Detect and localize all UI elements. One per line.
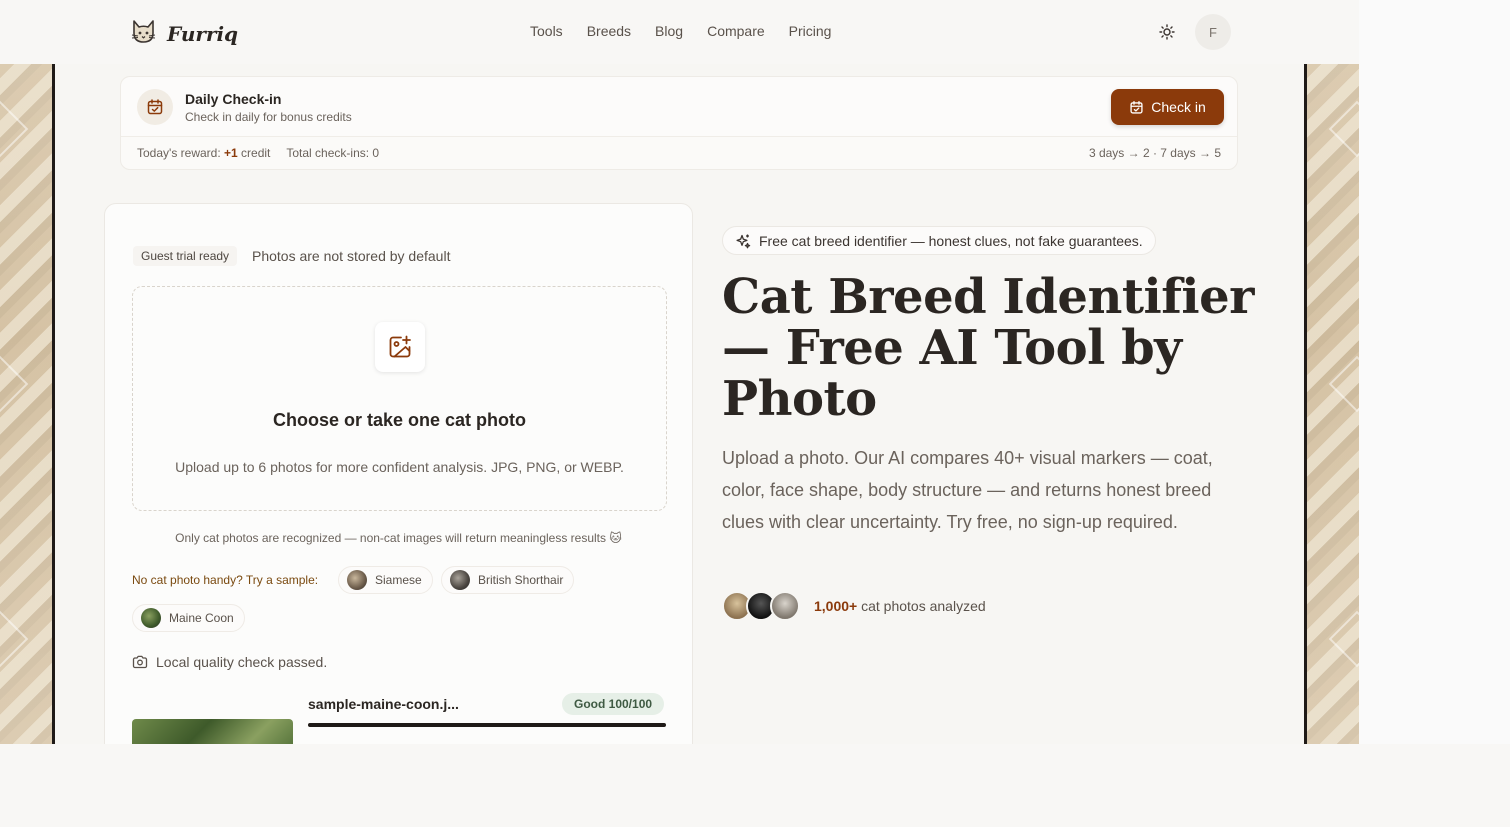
right-decorative-pattern <box>1304 64 1359 744</box>
theme-toggle-button[interactable] <box>1155 21 1179 43</box>
right-blank-area <box>1359 0 1510 744</box>
nav-link-compare[interactable]: Compare <box>707 23 765 39</box>
left-decorative-pattern <box>0 64 55 744</box>
brand-logo[interactable]: Furriq <box>130 17 238 50</box>
sample-label: No cat photo handy? Try a sample: <box>132 573 319 587</box>
daily-checkin-card: Daily Check-in Check in daily for bonus … <box>120 76 1238 170</box>
sample-chip-label: Siamese <box>375 573 422 587</box>
nav-link-breeds[interactable]: Breeds <box>587 23 631 39</box>
brand-name: Furriq <box>167 21 239 46</box>
analyzed-label: cat photos analyzed <box>857 598 986 614</box>
cat-only-warning: Only cat photos are recognized — non-cat… <box>175 531 622 545</box>
upload-card: Guest trial ready Photos are not stored … <box>104 203 693 744</box>
sample-chip-british-shorthair[interactable]: British Shorthair <box>441 566 575 594</box>
hero-title: Cat Breed Identifier — Free AI Tool by P… <box>722 269 1254 427</box>
guest-trial-badge: Guest trial ready <box>133 246 238 266</box>
nav-link-tools[interactable]: Tools <box>530 23 563 39</box>
checkin-title: Daily Check-in <box>185 91 282 107</box>
nav-link-pricing[interactable]: Pricing <box>789 23 832 39</box>
pattern-shape <box>0 355 29 413</box>
reward-suffix: credit <box>237 146 271 160</box>
social-proof: 1,000+ cat photos analyzed <box>722 591 986 621</box>
quality-score-badge: Good 100/100 <box>562 693 665 715</box>
checkin-stats: Today's reward: +1 credit Total check-in… <box>137 146 1221 160</box>
checkin-header: Daily Check-in Check in daily for bonus … <box>121 77 1237 137</box>
sparkles-icon <box>736 234 751 248</box>
camera-icon <box>132 655 148 669</box>
pattern-shape <box>1328 610 1359 668</box>
cat-avatar <box>770 591 800 621</box>
check-in-button[interactable]: Check in <box>1111 89 1224 125</box>
check-in-button-label: Check in <box>1151 99 1206 115</box>
reward-prefix: Today's reward: <box>137 146 224 160</box>
sample-chip-label: Maine Coon <box>169 611 234 625</box>
dropzone-title: Choose or take one cat photo <box>272 410 527 430</box>
image-plus-icon <box>375 322 425 372</box>
sample-chip-siamese[interactable]: Siamese <box>338 566 433 594</box>
pattern-shape <box>1328 355 1359 413</box>
calendar-icon <box>1130 100 1143 114</box>
page: Furriq Tools Breeds Blog Compare Pricing… <box>0 0 1359 744</box>
user-avatar[interactable]: F <box>1195 14 1231 50</box>
bottom-blank-area <box>0 744 1510 827</box>
hero-pill: Free cat breed identifier — honest clues… <box>722 226 1156 255</box>
nav-links: Tools Breeds Blog Compare Pricing <box>530 23 831 39</box>
sample-chip-label: British Shorthair <box>478 573 564 587</box>
upload-progress-fill <box>308 723 666 727</box>
uploaded-file-name: sample-maine-coon.j... <box>308 696 459 712</box>
hero-description: Upload a photo. Our AI compares 40+ visu… <box>722 448 1213 532</box>
reward-value: +1 <box>224 146 238 160</box>
analyzed-count: 1,000+ <box>814 598 858 614</box>
photo-dropzone[interactable]: Choose or take one cat photo Upload up t… <box>132 286 667 511</box>
sample-thumbnail <box>141 608 161 628</box>
quality-check-status: Local quality check passed. <box>132 654 327 670</box>
calendar-check-icon <box>137 89 173 125</box>
cat-logo-icon <box>130 17 157 50</box>
checkin-subtitle: Check in daily for bonus credits <box>185 110 352 124</box>
privacy-note: Photos are not stored by default <box>252 248 451 264</box>
sample-chip-maine-coon[interactable]: Maine Coon <box>132 604 245 632</box>
upload-progress-bar <box>308 723 666 727</box>
pattern-shape <box>0 100 29 158</box>
pattern-shape <box>0 610 29 668</box>
todays-reward: Today's reward: +1 credit <box>137 146 270 160</box>
uploaded-photo-thumbnail <box>132 719 293 744</box>
sun-icon <box>1159 24 1175 40</box>
quality-check-text: Local quality check passed. <box>156 654 328 670</box>
photos-analyzed-count: 1,000+ cat photos analyzed <box>814 598 986 614</box>
sample-thumbnail <box>450 570 470 590</box>
top-navbar: Furriq Tools Breeds Blog Compare Pricing… <box>0 0 1359 64</box>
streak-rewards: 3 days → 2 · 7 days → 5 <box>1088 146 1221 160</box>
total-checkins: Total check-ins: 0 <box>286 146 380 160</box>
pattern-shape <box>1328 100 1359 158</box>
sample-thumbnail <box>347 570 367 590</box>
dropzone-subtitle: Upload up to 6 photos for more confident… <box>175 459 624 475</box>
nav-link-blog[interactable]: Blog <box>655 23 683 39</box>
hero-pill-text: Free cat breed identifier — honest clues… <box>759 232 1143 249</box>
